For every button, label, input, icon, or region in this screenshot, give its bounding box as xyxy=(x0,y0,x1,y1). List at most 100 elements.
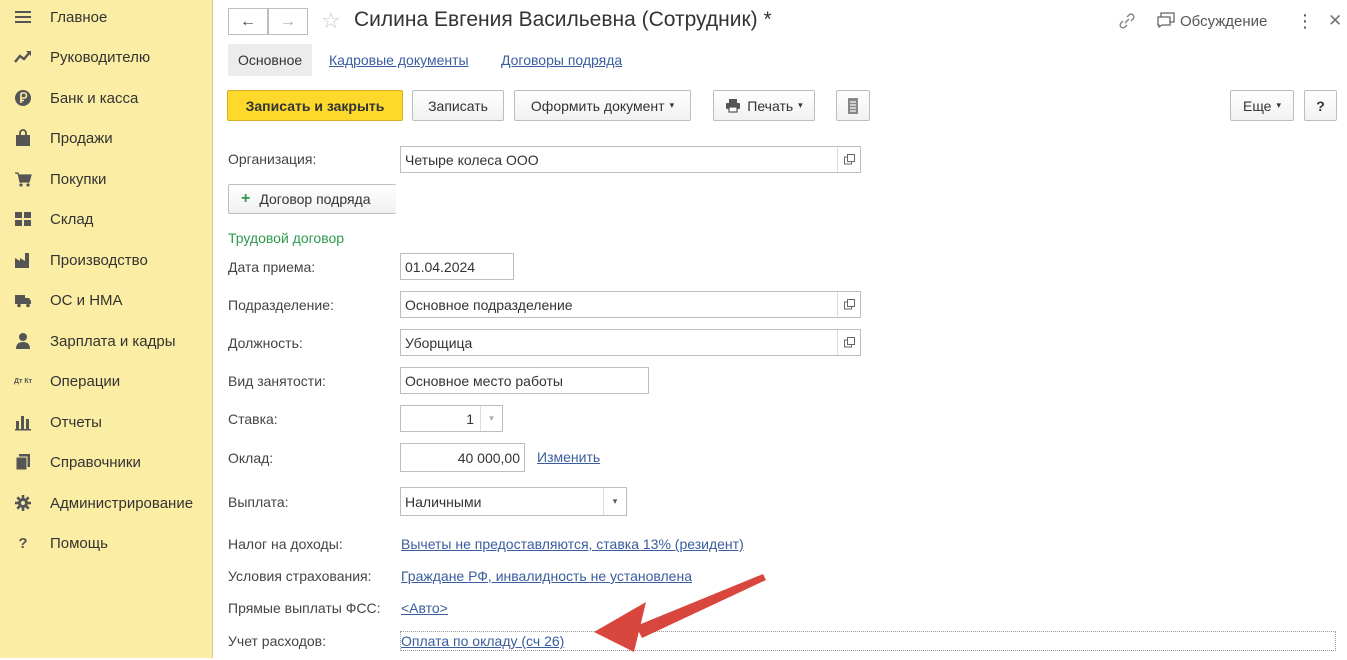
sidebar-item-bank[interactable]: Банк и касса xyxy=(0,78,213,118)
expense-link[interactable]: Оплата по окладу (сч 26) xyxy=(401,633,564,649)
save-and-close-button[interactable]: Записать и закрыть xyxy=(227,90,403,121)
main-panel: ← → ☆ Силина Евгения Васильевна (Сотрудн… xyxy=(214,0,1347,658)
report-button[interactable] xyxy=(836,90,870,121)
department-label: Подразделение: xyxy=(228,297,334,313)
tab-label: Договоры подряда xyxy=(501,52,623,68)
more-icon[interactable]: ⋮ xyxy=(1296,11,1314,32)
income-tax-label: Налог на доходы: xyxy=(228,536,343,552)
hire-date-label: Дата приема: xyxy=(228,259,316,275)
field-value: 1 xyxy=(466,410,474,427)
sidebar-item-label: Покупки xyxy=(50,170,107,188)
salary-label: Оклад: xyxy=(228,450,274,466)
income-tax-link[interactable]: Вычеты не предоставляются, ставка 13% (р… xyxy=(401,536,744,552)
add-contract-button[interactable]: + Договор подряда xyxy=(228,184,396,214)
chevron-down-icon[interactable]: ▾ xyxy=(480,406,502,431)
discussion-button[interactable]: Обсуждение xyxy=(1157,12,1267,31)
forward-button[interactable]: → xyxy=(268,8,308,35)
more-button[interactable]: Еще ▾ xyxy=(1230,90,1294,121)
sidebar-item-purchases[interactable]: Покупки xyxy=(0,159,213,199)
tab-label: Основное xyxy=(238,52,303,68)
sidebar-item-label: ОС и НМА xyxy=(50,291,123,309)
print-button[interactable]: Печать ▾ xyxy=(713,90,815,121)
save-button[interactable]: Записать xyxy=(412,90,504,121)
open-icon[interactable] xyxy=(837,292,860,317)
star-icon[interactable]: ☆ xyxy=(321,8,341,34)
sidebar-item-main[interactable]: Главное xyxy=(0,0,213,37)
rate-field[interactable]: 1 ▾ xyxy=(400,405,503,432)
link-icon[interactable] xyxy=(1117,11,1137,34)
payment-field[interactable]: Наличными ▾ xyxy=(400,487,627,516)
button-label: Договор подряда xyxy=(259,191,371,207)
employment-type-field[interactable]: Основное место работы xyxy=(400,367,649,394)
sidebar-item-production[interactable]: Производство xyxy=(0,240,213,280)
payment-label: Выплата: xyxy=(228,494,289,510)
sidebar-item-label: Справочники xyxy=(50,453,141,471)
dtkt-icon: Дт Кт xyxy=(13,377,33,385)
chevron-down-icon: ▾ xyxy=(669,100,675,110)
sidebar-item-label: Отчеты xyxy=(50,413,102,431)
button-label: Оформить документ xyxy=(530,97,665,114)
field-value: Основное место работы xyxy=(405,372,563,389)
tab-label: Кадровые документы xyxy=(329,52,469,68)
sidebar-item-assets[interactable]: ОС и НМА xyxy=(0,280,213,320)
gear-icon xyxy=(13,493,33,513)
factory-icon xyxy=(13,250,33,270)
document-list-icon xyxy=(847,97,859,115)
truck-icon xyxy=(13,290,33,310)
sidebar-item-catalogs[interactable]: Справочники xyxy=(0,442,213,482)
chevron-down-icon: ▾ xyxy=(1276,100,1282,110)
bar-chart-icon xyxy=(13,412,33,432)
position-label: Должность: xyxy=(228,335,303,351)
sidebar-item-label: Главное xyxy=(50,8,108,26)
plus-icon: + xyxy=(241,190,251,207)
sidebar-item-reports[interactable]: Отчеты xyxy=(0,402,213,442)
sidebar-item-sales[interactable]: Продажи xyxy=(0,118,213,158)
rate-label: Ставка: xyxy=(228,411,278,427)
fss-link[interactable]: <Авто> xyxy=(401,600,448,616)
section-title: Трудовой договор xyxy=(228,230,345,246)
page-title: Силина Евгения Васильевна (Сотрудник) * xyxy=(354,8,772,31)
sidebar-item-admin[interactable]: Администрирование xyxy=(0,483,213,523)
sidebar-item-help[interactable]: ? Помощь xyxy=(0,523,213,563)
help-button[interactable]: ? xyxy=(1304,90,1337,121)
question-icon: ? xyxy=(18,534,28,552)
field-value: Уборщица xyxy=(405,334,473,351)
organization-field[interactable]: Четыре колеса ООО xyxy=(400,146,861,173)
hire-date-field[interactable]: 01.04.2024 xyxy=(400,253,514,280)
person-icon xyxy=(13,331,33,351)
department-field[interactable]: Основное подразделение xyxy=(400,291,861,318)
button-label: Печать xyxy=(747,97,794,114)
sidebar-item-label: Производство xyxy=(50,251,148,269)
sidebar-item-salary[interactable]: Зарплата и кадры xyxy=(0,321,213,361)
sidebar-item-label: Зарплата и кадры xyxy=(50,332,176,350)
back-button[interactable]: ← xyxy=(228,8,268,35)
sidebar-item-label: Банк и касса xyxy=(50,89,139,107)
create-document-button[interactable]: Оформить документ ▾ xyxy=(514,90,691,121)
organization-label: Организация: xyxy=(228,151,317,167)
tab-main[interactable]: Основное xyxy=(228,44,313,76)
sidebar-item-label: Администрирование xyxy=(50,494,194,512)
sidebar-item-manager[interactable]: Руководителю xyxy=(0,37,213,77)
printer-icon xyxy=(725,98,741,113)
tab-hr-documents[interactable]: Кадровые документы xyxy=(329,44,469,76)
trend-icon xyxy=(13,47,33,67)
chevron-down-icon[interactable]: ▾ xyxy=(603,488,626,515)
position-field[interactable]: Уборщица xyxy=(400,329,861,356)
sidebar-item-label: Руководителю xyxy=(50,48,151,66)
tab-contracts[interactable]: Договоры подряда xyxy=(501,44,622,76)
chevron-down-icon: ▾ xyxy=(798,100,803,110)
menu-icon xyxy=(13,7,33,27)
arrow-left-icon: ← xyxy=(240,12,256,30)
field-value: Четыре колеса ООО xyxy=(405,151,539,168)
close-icon[interactable]: ✕ xyxy=(1328,11,1342,31)
fss-label: Прямые выплаты ФСС: xyxy=(228,600,381,616)
insurance-label: Условия страхования: xyxy=(228,568,372,584)
change-salary-link[interactable]: Изменить xyxy=(537,449,600,465)
open-icon[interactable] xyxy=(837,147,860,172)
open-icon[interactable] xyxy=(837,330,860,355)
button-label: Записать xyxy=(428,97,488,114)
sidebar-item-warehouse[interactable]: Склад xyxy=(0,199,213,239)
salary-field[interactable]: 40 000,00 xyxy=(400,443,525,472)
sidebar-item-operations[interactable]: Дт Кт Операции xyxy=(0,361,213,401)
sidebar: Главное Руководителю Банк и касса Продаж… xyxy=(0,0,213,658)
